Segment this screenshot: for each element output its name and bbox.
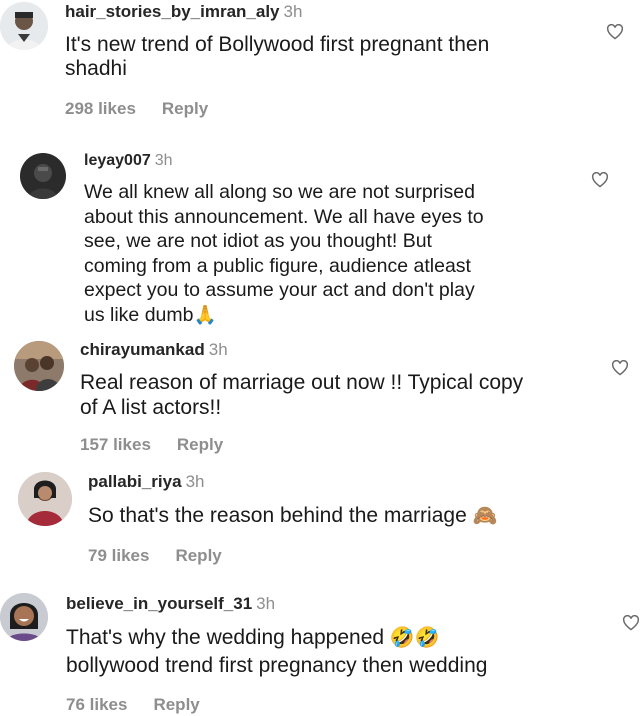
comment-actions: 79 likes Reply xyxy=(88,546,222,566)
comment-text: That's why the wedding happened 🤣🤣 bolly… xyxy=(66,624,606,679)
comment-header: believe_in_yourself_31 3h xyxy=(66,594,275,614)
comment-line: about this announcement. We all have eye… xyxy=(84,205,484,228)
comment-line-text: So that's the reason behind the marriage xyxy=(88,504,467,527)
username[interactable]: leyay007 xyxy=(84,152,151,169)
comment-line: It's new trend of Bollywood first pregna… xyxy=(65,33,490,56)
username[interactable]: pallabi_riya xyxy=(88,472,182,491)
reply-button[interactable]: Reply xyxy=(177,435,223,454)
comment-line: coming from a public figure, audience at… xyxy=(84,254,471,277)
likes-count[interactable]: 79 likes xyxy=(88,546,149,565)
woman-red-dress-avatar-icon xyxy=(18,472,72,526)
see-no-evil-monkey-emoji-icon: 🙈 xyxy=(472,505,498,527)
comment-text: We all knew all along so we are not surp… xyxy=(84,180,564,327)
avatar[interactable] xyxy=(0,593,48,641)
comment-actions: 298 likes Reply xyxy=(65,99,208,119)
username[interactable]: believe_in_yourself_31 xyxy=(66,594,252,613)
likes-count[interactable]: 76 likes xyxy=(66,695,127,714)
dark-photo-avatar-icon xyxy=(20,153,66,199)
avatar[interactable] xyxy=(20,153,66,199)
folded-hands-emoji-icon: 🙏 xyxy=(193,303,217,325)
timestamp: 3h xyxy=(256,594,276,613)
rolling-laughing-emoji-icon: 🤣🤣 xyxy=(389,627,440,649)
like-heart-icon[interactable] xyxy=(611,360,629,376)
comment-line: bollywood trend first pregnancy then wed… xyxy=(66,654,488,677)
comment-line: So that's the reason behind the marriage… xyxy=(88,504,608,528)
comment-header: pallabi_riya 3h xyxy=(88,472,204,492)
comment-text: So that's the reason behind the marriage… xyxy=(88,504,608,528)
avatar[interactable] xyxy=(0,2,48,50)
comment-line: of A list actors!! xyxy=(80,396,222,419)
comment-line: us like dumb🙏 xyxy=(84,303,564,328)
likes-count[interactable]: 298 likes xyxy=(65,99,136,118)
comment-text: Real reason of marriage out now !! Typic… xyxy=(80,370,600,420)
comment-2: leyay007 3h We all knew all along so we a… xyxy=(0,140,640,330)
username[interactable]: chirayumankad xyxy=(80,340,205,359)
reply-button[interactable]: Reply xyxy=(175,546,221,565)
comment-line: We all knew all along so we are not surp… xyxy=(84,181,475,203)
smiling-woman-avatar-icon xyxy=(0,593,48,641)
likes-count[interactable]: 157 likes xyxy=(80,435,151,454)
comment-1: hair_stories_by_imran_aly 3h It's new tre… xyxy=(0,0,640,125)
comment-header: leyay007 3h xyxy=(84,152,173,170)
like-heart-icon[interactable] xyxy=(591,172,609,188)
comment-actions: 76 likes Reply xyxy=(66,695,200,715)
couple-photo-avatar-icon xyxy=(14,341,64,391)
timestamp: 3h xyxy=(283,2,303,21)
comment-line: expect you to assume your act and don't … xyxy=(84,279,475,301)
comment-line-text: us like dumb xyxy=(84,303,194,326)
username[interactable]: hair_stories_by_imran_aly xyxy=(65,2,280,21)
reply-button[interactable]: Reply xyxy=(162,99,208,118)
timestamp: 3h xyxy=(185,472,205,491)
timestamp: 3h xyxy=(154,152,173,169)
comment-line: see, we are not idiot as you thought! Bu… xyxy=(84,230,432,252)
comment-header: chirayumankad 3h xyxy=(80,340,228,360)
comment-text: It's new trend of Bollywood first pregna… xyxy=(65,33,585,81)
like-heart-icon[interactable] xyxy=(622,615,640,631)
timestamp: 3h xyxy=(208,340,228,359)
like-heart-icon[interactable] xyxy=(606,24,624,40)
comment-line: shadhi xyxy=(65,57,127,81)
comment-line: That's why the wedding happened 🤣🤣 xyxy=(66,624,606,652)
comment-line: Real reason of marriage out now !! Typic… xyxy=(80,371,524,394)
comment-actions: 157 likes Reply xyxy=(80,435,223,455)
man-portrait-avatar-icon xyxy=(0,2,48,50)
comment-header: hair_stories_by_imran_aly 3h xyxy=(65,2,302,22)
comment-line-text: That's why the wedding happened xyxy=(66,626,385,649)
reply-button[interactable]: Reply xyxy=(153,695,199,714)
avatar[interactable] xyxy=(14,341,64,391)
avatar[interactable] xyxy=(18,472,72,526)
comment-5: believe_in_yourself_31 3h That's why the … xyxy=(0,585,640,716)
comment-4: pallabi_riya 3h So that's the reason behi… xyxy=(0,466,640,581)
comment-3: chirayumankad 3h Real reason of marriage … xyxy=(0,336,640,466)
